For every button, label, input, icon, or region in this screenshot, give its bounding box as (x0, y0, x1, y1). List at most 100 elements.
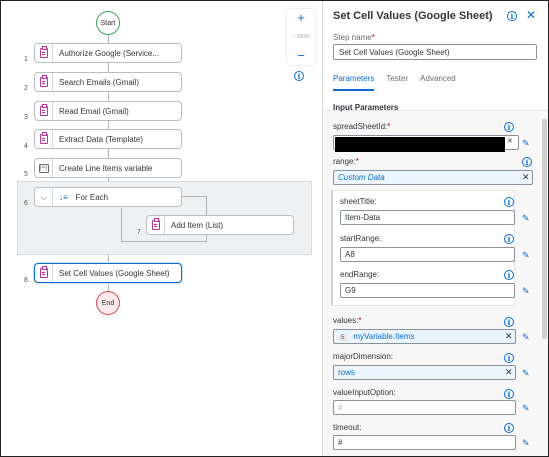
step-add-item[interactable]: Add Item (List) (146, 215, 294, 235)
tab-advanced[interactable]: Advanced (420, 74, 456, 91)
end-range-label: endRange: (340, 270, 380, 279)
tab-tester[interactable]: Tester (386, 74, 408, 91)
properties-panel: Set Cell Values (Google Sheet) i ✕ Step … (322, 1, 548, 456)
spreadsheet-id-label: spreadSheetId:* (333, 122, 391, 131)
edit-icon[interactable]: ✎ (522, 438, 532, 448)
values-label: values:* (333, 316, 362, 325)
info-icon[interactable]: i (504, 122, 514, 132)
zoom-level: − 100% (292, 34, 310, 40)
row-number: 5 (24, 171, 28, 178)
row-number: 6 (24, 200, 28, 207)
sheet-title-label: sheetTitle: (340, 197, 377, 206)
loop-return-connector (121, 208, 122, 242)
clear-icon[interactable]: ✕ (522, 172, 530, 183)
activity-icon (35, 44, 53, 62)
loop-icon: ↓≡ (59, 192, 68, 202)
clear-icon[interactable]: ✕ (505, 331, 513, 342)
values-count-badge: 5 (338, 335, 348, 341)
step-extract-data[interactable]: Extract Data (Template) (34, 129, 182, 149)
row-number: 1 (24, 56, 28, 63)
range-label: range:* (333, 157, 359, 166)
step-search-emails[interactable]: Search Emails (Gmail) (34, 72, 182, 92)
loop-return-connector (206, 235, 207, 242)
value-input-option-label: valueInputOption: (333, 388, 396, 397)
chevron-down-icon[interactable]: ⌵ (35, 188, 53, 206)
step-label: Create Line Items variable (59, 163, 153, 173)
tab-parameters[interactable]: Parameters (333, 74, 375, 91)
step-set-cell-values[interactable]: Set Cell Values (Google Sheet) (34, 263, 182, 283)
row-number: 8 (24, 277, 28, 284)
step-name-label: Step name* (333, 33, 375, 42)
info-icon[interactable]: i (504, 317, 514, 327)
values-value: myVariable.Items (353, 332, 415, 341)
end-node[interactable]: End (96, 291, 120, 315)
info-icon[interactable]: i (522, 157, 532, 167)
clear-icon[interactable]: ✕ (505, 367, 513, 378)
loop-return-connector (121, 241, 207, 242)
section-title: Input Parameters (333, 103, 399, 112)
end-range-input[interactable]: G9 (340, 283, 515, 298)
step-for-each[interactable]: ⌵ ↓≡ For Each (34, 187, 182, 207)
edit-icon[interactable]: ✎ (522, 332, 532, 342)
info-icon[interactable]: i (504, 234, 514, 244)
activity-icon (35, 264, 53, 282)
flow-canvas[interactable]: Start 1 Authorize Google (Service... 2 S… (1, 1, 322, 456)
clear-icon[interactable]: ✕ (507, 137, 513, 145)
start-label: Start (100, 19, 116, 27)
panel-scrollbar[interactable] (542, 119, 547, 339)
step-label: Extract Data (Template) (59, 134, 144, 144)
panel-tabs: Parameters Tester Advanced (333, 74, 456, 91)
loop-connector (181, 196, 207, 197)
row-number: 7 (137, 229, 141, 236)
panel-header: Set Cell Values (Google Sheet) i ✕ Step … (323, 1, 548, 111)
zoom-in-button[interactable]: + (297, 11, 305, 25)
step-read-email[interactable]: Read Email (Gmail) (34, 101, 182, 121)
info-icon[interactable]: i (294, 71, 304, 81)
step-label: Set Cell Values (Google Sheet) (59, 268, 170, 278)
sheet-title-input[interactable]: Item-Data (340, 210, 515, 225)
info-icon[interactable]: i (507, 11, 517, 21)
zoom-out-button[interactable]: − (297, 49, 305, 63)
values-input[interactable]: 5 myVariable.Items (333, 329, 516, 344)
info-icon[interactable]: i (504, 389, 514, 399)
edit-icon[interactable]: ✎ (522, 286, 532, 296)
activity-icon (35, 130, 53, 148)
step-authorize-google[interactable]: Authorize Google (Service... (34, 43, 182, 63)
start-node[interactable]: Start (96, 11, 120, 35)
info-icon[interactable]: i (504, 423, 514, 433)
step-create-line-items[interactable]: {=} Create Line Items variable (34, 158, 182, 178)
row-number: 3 (24, 114, 28, 121)
step-label: Read Email (Gmail) (59, 106, 129, 116)
zoom-control: + − 100% − (287, 9, 315, 65)
step-label: Search Emails (Gmail) (59, 77, 140, 87)
row-number: 2 (24, 85, 28, 92)
info-icon[interactable]: i (504, 197, 514, 207)
step-label: Add Item (List) (171, 220, 224, 230)
edit-icon[interactable]: ✎ (522, 138, 532, 148)
row-number: 4 (24, 143, 28, 150)
close-icon[interactable]: ✕ (526, 8, 536, 22)
step-label: Authorize Google (Service... (59, 48, 160, 58)
step-name-input[interactable]: Set Cell Values (Google Sheet) (333, 44, 537, 60)
range-input[interactable]: Custom Data (333, 170, 533, 185)
edit-icon[interactable]: ✎ (522, 368, 532, 378)
info-icon[interactable]: i (504, 270, 514, 280)
end-label: End (101, 299, 115, 307)
edit-icon[interactable]: ✎ (522, 403, 532, 413)
edit-icon[interactable]: ✎ (522, 213, 532, 223)
step-label: For Each (75, 192, 109, 202)
loop-connector (206, 197, 207, 215)
info-icon[interactable]: i (504, 353, 514, 363)
major-dimension-input[interactable]: rows (333, 365, 516, 380)
start-range-label: startRange: (340, 234, 382, 243)
edit-icon[interactable]: ✎ (522, 250, 532, 260)
activity-icon (147, 216, 165, 234)
redacted-value (335, 137, 505, 152)
major-dimension-label: majorDimension: (333, 352, 394, 361)
timeout-input[interactable]: # (333, 435, 516, 450)
timeout-label: timeout: (333, 423, 362, 432)
panel-title: Set Cell Values (Google Sheet) (333, 10, 493, 22)
start-range-input[interactable]: A8 (340, 247, 515, 262)
value-input-option-input[interactable]: # (333, 400, 516, 415)
activity-icon (35, 102, 53, 120)
